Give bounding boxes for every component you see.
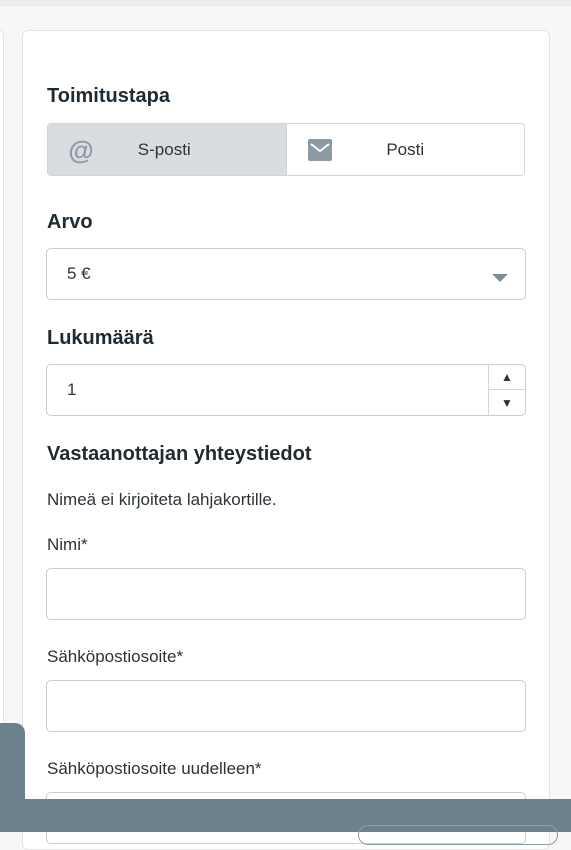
- delivery-option-email[interactable]: @ S-posti: [48, 124, 287, 175]
- email-repeat-label: Sähköpostiosoite uudelleen*: [47, 759, 262, 778]
- bottom-bar-button[interactable]: [358, 825, 558, 845]
- delivery-option-post[interactable]: Posti: [286, 124, 524, 175]
- quantity-stepper: ▲ ▼: [488, 365, 525, 415]
- at-icon: @: [68, 135, 94, 165]
- quantity-increment-button[interactable]: ▲: [489, 365, 525, 390]
- recipient-note: Nimeä ei kirjoiteta lahjakortille.: [47, 490, 277, 509]
- email-label: Sähköpostiosoite*: [47, 647, 184, 666]
- value-title: Arvo: [47, 211, 93, 233]
- adjacent-panel-edge: [0, 30, 4, 790]
- value-select[interactable]: 5 €: [46, 248, 526, 300]
- delivery-method-title: Toimitustapa: [47, 85, 170, 107]
- quantity-value: 1: [67, 380, 77, 399]
- chevron-down-icon: [492, 274, 508, 282]
- quantity-title: Lukumäärä: [47, 327, 154, 349]
- top-strip: [0, 0, 571, 6]
- email-field[interactable]: [46, 680, 526, 732]
- name-label: Nimi*: [47, 535, 88, 554]
- envelope-icon: [307, 138, 333, 162]
- recipient-title: Vastaanottajan yhteystiedot: [47, 443, 312, 465]
- quantity-input[interactable]: 1 ▲ ▼: [46, 364, 526, 416]
- delivery-method-toggle: @ S-posti Posti: [47, 123, 525, 176]
- name-field[interactable]: [46, 568, 526, 620]
- quantity-decrement-button[interactable]: ▼: [489, 390, 525, 415]
- value-select-current: 5 €: [67, 264, 91, 283]
